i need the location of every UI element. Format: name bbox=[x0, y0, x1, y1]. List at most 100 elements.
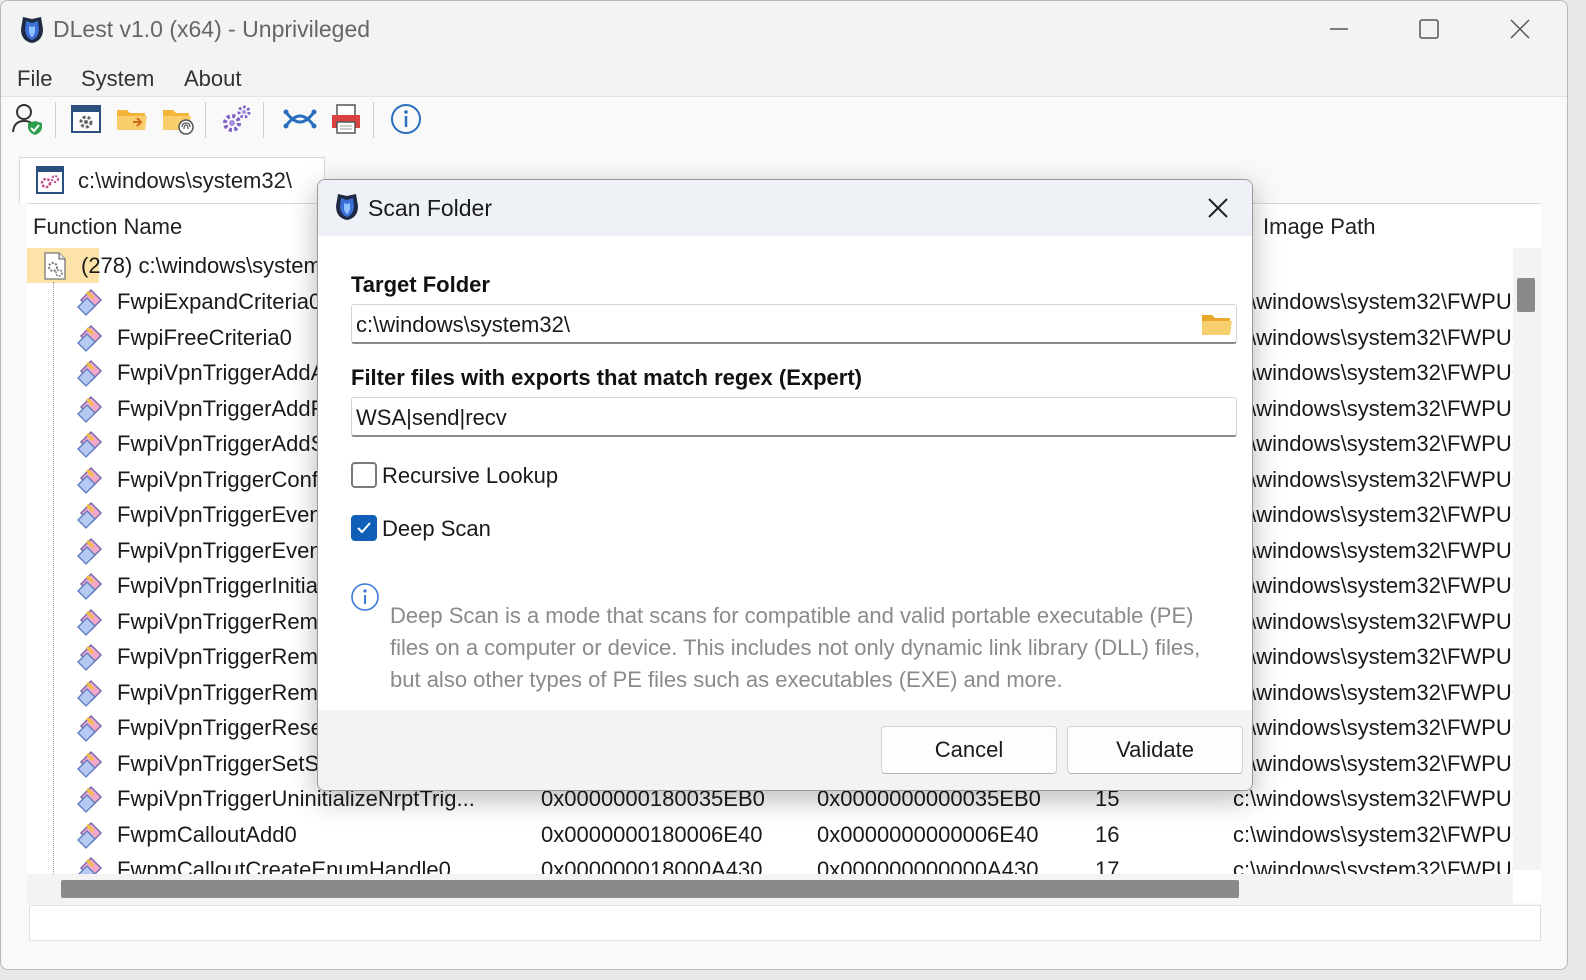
scan-process-button[interactable] bbox=[67, 100, 105, 138]
menu-bar: File System About bbox=[1, 59, 1567, 97]
status-bar bbox=[29, 905, 1541, 941]
toolbar-separator bbox=[205, 102, 206, 138]
folder-fingerprint-icon bbox=[163, 110, 194, 135]
settings-gears-button[interactable] bbox=[217, 100, 255, 138]
horizontal-scroll-thumb[interactable] bbox=[61, 880, 1239, 898]
recursive-lookup-label[interactable]: Recursive Lookup bbox=[382, 463, 558, 489]
module-group-row[interactable]: (278) c:\windows\system32\FWPUCLNT.DLL bbox=[27, 248, 327, 283]
scan-process-icon bbox=[71, 105, 101, 133]
export-function-icon bbox=[75, 783, 105, 813]
dialog-footer: Cancel Validate bbox=[318, 710, 1252, 790]
info-button[interactable] bbox=[387, 100, 425, 138]
image-path-cell: c:\windows\system32\FWPUCLNT.DLL bbox=[1233, 608, 1513, 634]
toolbar-separator bbox=[263, 102, 264, 138]
virtual-address-cell: 0x0000000180006E40 bbox=[541, 821, 763, 847]
info-icon bbox=[391, 104, 421, 134]
minimize-button[interactable] bbox=[1309, 9, 1369, 49]
export-function-icon bbox=[75, 535, 105, 565]
user-shield-button[interactable] bbox=[9, 100, 47, 138]
dialog-logo-icon bbox=[336, 194, 358, 220]
image-path-cell: c:\windows\system32\FWPUCLNT.DLL bbox=[1233, 537, 1513, 563]
toolbar bbox=[1, 98, 1567, 142]
tab-label: c:\windows\system32\ bbox=[78, 168, 292, 193]
network-button[interactable] bbox=[281, 100, 319, 138]
export-function-icon bbox=[75, 570, 105, 600]
export-function-icon bbox=[75, 748, 105, 778]
close-button[interactable] bbox=[1490, 9, 1550, 49]
function-name-cell: FwpmCalloutAdd0 bbox=[117, 821, 297, 847]
deep-scan-checkbox[interactable] bbox=[351, 515, 377, 541]
cancel-button[interactable]: Cancel bbox=[881, 726, 1057, 774]
column-header-function-name[interactable]: Function Name bbox=[33, 214, 182, 240]
image-path-cell: c:\windows\system32\FWPUCLNT.DLL bbox=[1233, 821, 1513, 847]
rva-cell: 0x0000000000006E40 bbox=[817, 821, 1039, 847]
dll-file-icon bbox=[44, 252, 66, 280]
export-function-icon bbox=[75, 641, 105, 671]
export-function-icon bbox=[75, 464, 105, 494]
column-header-image-path[interactable]: Image Path bbox=[1263, 214, 1376, 240]
dialog-close-button[interactable] bbox=[1190, 188, 1246, 228]
maximize-button[interactable] bbox=[1399, 9, 1459, 49]
image-path-cell: c:\windows\system32\FWPUCLNT.DLL bbox=[1233, 395, 1513, 421]
folder-fingerprint-button[interactable] bbox=[159, 100, 197, 138]
validate-button[interactable]: Validate bbox=[1067, 726, 1243, 774]
image-path-cell: c:\windows\system32\FWPUCLNT.DLL bbox=[1233, 679, 1513, 705]
recursive-lookup-checkbox[interactable] bbox=[351, 462, 377, 488]
vertical-scroll-thumb[interactable] bbox=[1517, 278, 1535, 312]
image-path-cell: c:\windows\system32\FWPUCLNT.DLL bbox=[1233, 644, 1513, 669]
close-icon bbox=[1208, 198, 1228, 218]
settings-gears-icon bbox=[223, 105, 251, 132]
window-title: DLest v1.0 (x64) - Unprivileged bbox=[53, 16, 371, 42]
export-function-icon bbox=[75, 819, 105, 849]
image-path-cell: c:\windows\system32\FWPUCLNT.DLL bbox=[1233, 360, 1513, 385]
image-path-cell: c:\windows\system32\FWPUCLNT.DLL bbox=[1233, 786, 1513, 811]
filter-regex-value: WSA|send|recv bbox=[356, 405, 507, 430]
vertical-scrollbar[interactable] bbox=[1513, 248, 1541, 870]
target-folder-value: c:\windows\system32\ bbox=[356, 312, 570, 337]
toolbar-separator bbox=[55, 102, 56, 138]
user-shield-icon bbox=[12, 104, 42, 135]
export-function-icon bbox=[75, 499, 105, 529]
menu-file[interactable]: File bbox=[17, 66, 52, 92]
menu-about[interactable]: About bbox=[184, 66, 242, 92]
filter-regex-label: Filter files with exports that match reg… bbox=[351, 365, 863, 390]
printer-button[interactable] bbox=[327, 100, 365, 138]
printer-icon bbox=[332, 104, 360, 134]
app-logo-icon bbox=[21, 17, 43, 43]
image-path-cell: c:\windows\system32\FWPUCLNT.DLL bbox=[1233, 466, 1513, 492]
export-function-icon bbox=[75, 393, 105, 423]
image-path-cell: c:\windows\system32\FWPUCLNT.DLL bbox=[1233, 715, 1513, 740]
browse-folder-icon[interactable] bbox=[1200, 309, 1234, 339]
export-function-icon bbox=[75, 286, 105, 316]
info-icon bbox=[351, 583, 379, 611]
open-folder-icon bbox=[117, 110, 147, 130]
open-folder-button[interactable] bbox=[113, 100, 151, 138]
export-function-icon bbox=[75, 677, 105, 707]
title-bar[interactable]: DLest v1.0 (x64) - Unprivileged bbox=[1, 1, 1567, 59]
deep-scan-label[interactable]: Deep Scan bbox=[382, 516, 491, 542]
list-item[interactable]: FwpmCalloutAdd0 0x0000000180006E40 0x00000… bbox=[27, 817, 1517, 852]
scan-folder-tab-icon bbox=[36, 166, 64, 194]
horizontal-scrollbar[interactable] bbox=[27, 874, 1513, 904]
image-path-cell: c:\windows\system32\FWPUCLNT.DLL bbox=[1233, 431, 1513, 456]
dialog-title-bar[interactable]: Scan Folder bbox=[318, 180, 1252, 236]
menu-system[interactable]: System bbox=[81, 66, 154, 92]
dialog-title: Scan Folder bbox=[368, 195, 493, 221]
filter-regex-input[interactable]: WSA|send|recv bbox=[351, 397, 1237, 437]
target-folder-label: Target Folder bbox=[351, 272, 490, 297]
network-icon bbox=[283, 109, 317, 129]
target-folder-input[interactable]: c:\windows\system32\ bbox=[351, 304, 1237, 344]
image-path-cell: c:\windows\system32\FWPUCLNT.DLL bbox=[1233, 573, 1513, 598]
export-function-icon bbox=[75, 357, 105, 387]
image-path-cell: c:\windows\system32\FWPUCLNT.DLL bbox=[1233, 324, 1513, 350]
ordinal-cell: 16 bbox=[1095, 821, 1120, 847]
minimize-icon bbox=[1330, 28, 1348, 30]
app-window: DLest v1.0 (x64) - Unprivileged File Sys… bbox=[0, 0, 1568, 970]
tab-folder[interactable]: c:\windows\system32\ bbox=[19, 157, 325, 203]
scan-folder-dialog: Scan Folder Target Folder c:\windows\sys… bbox=[317, 179, 1253, 791]
module-group-label: (278) c:\windows\system32\FWPUCLNT.DLL bbox=[81, 253, 321, 278]
close-icon bbox=[1510, 19, 1530, 39]
export-function-icon bbox=[75, 322, 105, 352]
image-path-cell: c:\windows\system32\FWPUCLNT.DLL bbox=[1233, 750, 1513, 776]
toolbar-separator bbox=[373, 102, 374, 138]
